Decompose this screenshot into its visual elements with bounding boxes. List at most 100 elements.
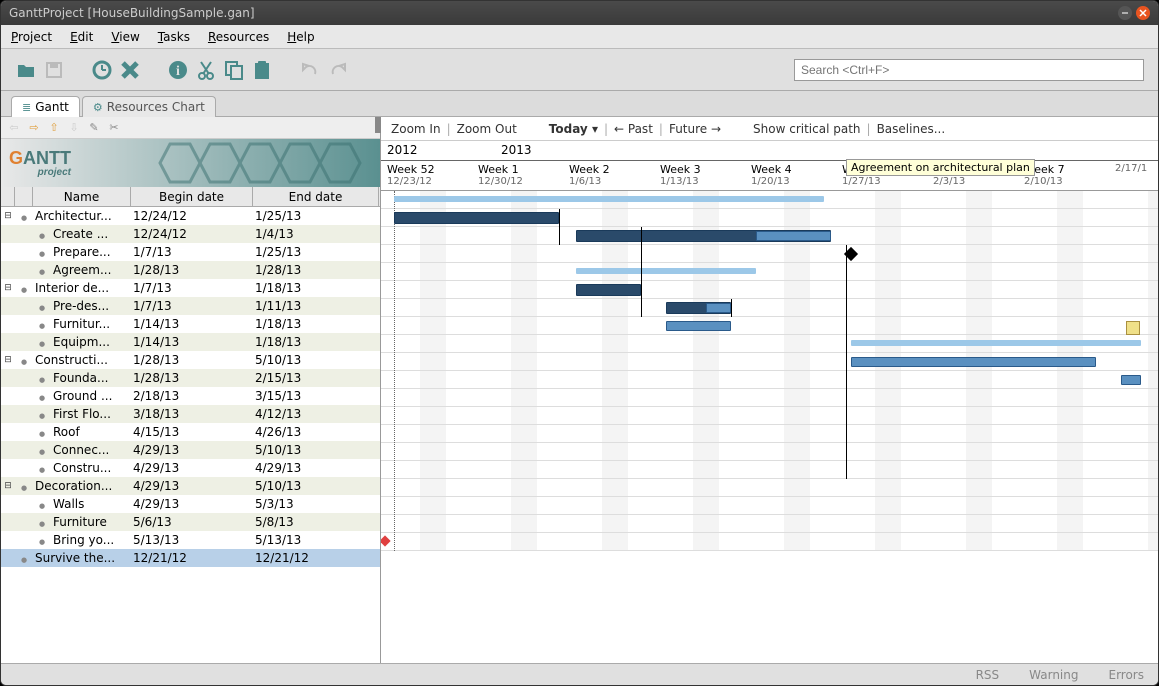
task-row[interactable]: Prepare...1/7/131/25/13 xyxy=(1,243,380,261)
task-begin: 12/24/12 xyxy=(131,209,253,223)
nav-right-icon[interactable]: ⇨ xyxy=(27,121,41,135)
today-button[interactable]: Today ▾ xyxy=(549,122,598,136)
timeline[interactable]: 2012 2013 Agreement on architectural pla… xyxy=(381,141,1158,663)
task-row[interactable]: Constru...4/29/134/29/13 xyxy=(1,459,380,477)
gantt-bar[interactable] xyxy=(576,268,756,274)
task-row[interactable]: Furniture5/6/135/8/13 xyxy=(1,513,380,531)
save-icon[interactable] xyxy=(43,59,65,81)
task-begin: 1/7/13 xyxy=(131,281,253,295)
gantt-bar[interactable] xyxy=(756,231,831,241)
chart-row[interactable] xyxy=(381,443,1158,461)
chart-row[interactable] xyxy=(381,425,1158,443)
gantt-bar[interactable] xyxy=(666,321,731,331)
task-row[interactable]: ⊟Interior de...1/7/131/18/13 xyxy=(1,279,380,297)
nav-link-icon[interactable]: ✎ xyxy=(87,121,101,135)
task-row[interactable]: Roof4/15/134/26/13 xyxy=(1,423,380,441)
expand-toggle[interactable]: ⊟ xyxy=(1,211,15,221)
chart-row[interactable] xyxy=(381,533,1158,551)
status-rss[interactable]: RSS xyxy=(976,668,1000,682)
expand-toggle[interactable]: ⊟ xyxy=(1,283,15,293)
task-begin: 5/6/13 xyxy=(131,515,253,529)
redo-icon[interactable] xyxy=(327,59,349,81)
zoom-in-button[interactable]: Zoom In xyxy=(391,122,441,136)
minimize-button[interactable] xyxy=(1118,6,1132,20)
task-row[interactable]: ⊟Architectur...12/24/121/25/13 xyxy=(1,207,380,225)
task-row[interactable]: Pre-des...1/7/131/11/13 xyxy=(1,297,380,315)
task-end: 1/28/13 xyxy=(253,263,379,277)
menu-tasks[interactable]: Tasks xyxy=(158,30,190,44)
menu-view[interactable]: View xyxy=(111,30,139,44)
chart-row[interactable] xyxy=(381,317,1158,335)
clock-icon[interactable] xyxy=(91,59,113,81)
menu-resources[interactable]: Resources xyxy=(208,30,269,44)
task-row[interactable]: ⊟Constructi...1/28/135/10/13 xyxy=(1,351,380,369)
future-button[interactable]: Future → xyxy=(669,122,721,136)
task-row[interactable]: Equipm...1/14/131/18/13 xyxy=(1,333,380,351)
task-row[interactable]: ⊟Decoration...4/29/135/10/13 xyxy=(1,477,380,495)
task-row[interactable]: Walls4/29/135/3/13 xyxy=(1,495,380,513)
nav-up-icon[interactable]: ⇧ xyxy=(47,121,61,135)
task-list[interactable]: ⊟Architectur...12/24/121/25/13Create ...… xyxy=(1,207,380,663)
gantt-bar[interactable] xyxy=(851,340,1141,346)
nav-unlink-icon[interactable]: ✂ xyxy=(107,121,121,135)
col-end[interactable]: End date xyxy=(253,187,379,206)
chart-row[interactable] xyxy=(381,407,1158,425)
expand-toggle[interactable]: ⊟ xyxy=(1,481,15,491)
notes-icon[interactable] xyxy=(1126,321,1140,335)
task-row[interactable]: Survive the...12/21/1212/21/12 xyxy=(1,549,380,567)
nav-down-icon[interactable]: ⇩ xyxy=(67,121,81,135)
pane-collapse-handle[interactable] xyxy=(375,117,381,133)
paste-icon[interactable] xyxy=(251,59,273,81)
gantt-bar[interactable] xyxy=(394,196,824,202)
task-row[interactable]: Furnitur...1/14/131/18/13 xyxy=(1,315,380,333)
task-row[interactable]: Ground ...2/18/133/15/13 xyxy=(1,387,380,405)
gantt-bar[interactable] xyxy=(394,212,559,224)
expand-toggle[interactable]: ⊟ xyxy=(1,355,15,365)
status-errors[interactable]: Errors xyxy=(1108,668,1144,682)
menu-help[interactable]: Help xyxy=(287,30,314,44)
chart-row[interactable] xyxy=(381,281,1158,299)
tab-gantt[interactable]: ≣Gantt xyxy=(11,96,80,117)
gantt-bar[interactable] xyxy=(851,357,1096,367)
chart-row[interactable] xyxy=(381,389,1158,407)
task-row[interactable]: Agreem...1/28/131/28/13 xyxy=(1,261,380,279)
menu-project[interactable]: Project xyxy=(11,30,52,44)
task-row[interactable]: First Flo...3/18/134/12/13 xyxy=(1,405,380,423)
gantt-bar[interactable] xyxy=(706,303,731,313)
copy-icon[interactable] xyxy=(223,59,245,81)
status-warning[interactable]: Warning xyxy=(1029,668,1078,682)
cut-icon[interactable] xyxy=(195,59,217,81)
chart-row[interactable] xyxy=(381,263,1158,281)
task-row[interactable]: Bring yo...5/13/135/13/13 xyxy=(1,531,380,549)
zoom-out-button[interactable]: Zoom Out xyxy=(457,122,517,136)
critical-path-button[interactable]: Show critical path xyxy=(753,122,860,136)
nav-row: ⇦ ⇨ ⇧ ⇩ ✎ ✂ xyxy=(1,117,380,139)
task-row[interactable]: Founda...1/28/132/15/13 xyxy=(1,369,380,387)
col-begin[interactable]: Begin date xyxy=(131,187,253,206)
tab-resources[interactable]: ⚙Resources Chart xyxy=(82,96,216,117)
undo-icon[interactable] xyxy=(299,59,321,81)
delete-icon[interactable] xyxy=(119,59,141,81)
chart-row[interactable] xyxy=(381,479,1158,497)
open-icon[interactable] xyxy=(15,59,37,81)
chart-row[interactable] xyxy=(381,371,1158,389)
chart-row[interactable] xyxy=(381,497,1158,515)
menu-edit[interactable]: Edit xyxy=(70,30,93,44)
search-input[interactable] xyxy=(794,59,1144,81)
chart-row[interactable] xyxy=(381,515,1158,533)
chart-row[interactable] xyxy=(381,245,1158,263)
past-button[interactable]: ← Past xyxy=(614,122,653,136)
chart-area[interactable] xyxy=(381,191,1158,551)
chart-row[interactable] xyxy=(381,299,1158,317)
chart-row[interactable] xyxy=(381,461,1158,479)
task-row[interactable]: Connec...4/29/135/10/13 xyxy=(1,441,380,459)
task-row[interactable]: Create ...12/24/121/4/13 xyxy=(1,225,380,243)
info-icon[interactable]: i xyxy=(167,59,189,81)
baselines-button[interactable]: Baselines... xyxy=(877,122,946,136)
gantt-bar[interactable] xyxy=(1121,375,1141,385)
bullet-icon xyxy=(33,245,51,259)
col-name[interactable]: Name xyxy=(33,187,131,206)
nav-left-icon[interactable]: ⇦ xyxy=(7,121,21,135)
close-button[interactable] xyxy=(1136,6,1150,20)
gantt-bar[interactable] xyxy=(576,284,641,296)
